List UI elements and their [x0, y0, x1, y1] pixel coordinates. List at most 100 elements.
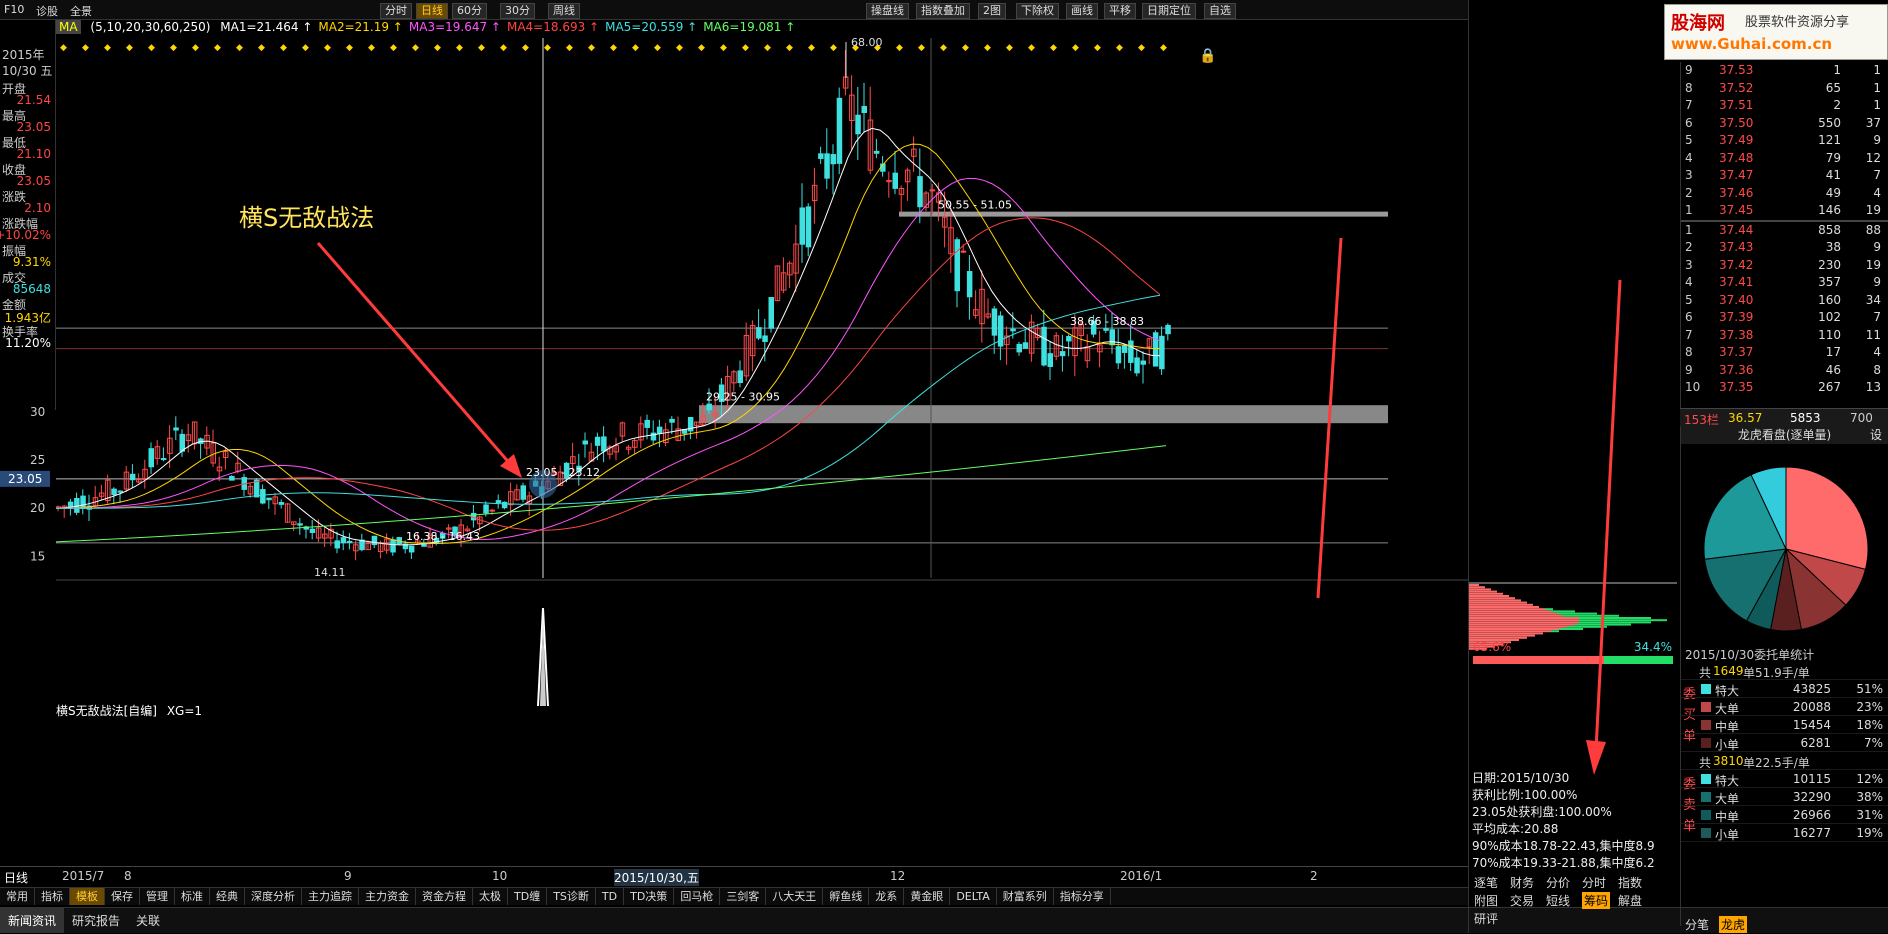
- chip-tab-4[interactable]: 指数: [1618, 874, 1642, 891]
- ask-row-0: 9 37.53 1 1: [1685, 63, 1881, 77]
- chip-tab-7[interactable]: 短线: [1546, 892, 1570, 909]
- chip-tab-5[interactable]: 附图: [1474, 892, 1498, 909]
- indicator-tab-8[interactable]: 主力追踪: [302, 888, 359, 905]
- indicator-tab-2[interactable]: 模板: [70, 888, 105, 905]
- indicator-tab-6[interactable]: 经典: [210, 888, 245, 905]
- indicator-tab-5[interactable]: 标准: [175, 888, 210, 905]
- lhb-tab-0[interactable]: 分笔: [1685, 916, 1709, 933]
- period-tab-4[interactable]: 周线: [548, 3, 580, 19]
- x-tick-3: 10: [492, 869, 508, 883]
- year-label: 2015年: [2, 48, 45, 62]
- chip-info-line-4: 70%成本19.33-21.88,集中度6.2: [1472, 856, 1655, 870]
- ask-row-3: 6 37.50 550 37: [1685, 115, 1881, 130]
- top-toolbar: F10 诊股 全景 分时 日线 60分 30分 周线 操盘线 指数叠加 2图 下除权 画线 平移日…: [0, 0, 1468, 20]
- svg-text:◆: ◆: [192, 43, 199, 53]
- svg-text:◆: ◆: [82, 43, 89, 53]
- chip-info-line-1: 23.05处获利盘:100.00%: [1472, 805, 1612, 819]
- ask-row-6: 3 37.47 41 7: [1685, 168, 1881, 182]
- ask-row-2: 7 37.51 2 1: [1685, 98, 1881, 112]
- ask-row-7: 2 37.46 49 4: [1685, 185, 1881, 200]
- tool-button-6[interactable]: 日期定位: [1142, 3, 1196, 19]
- tool-button-2[interactable]: 2图: [978, 3, 1006, 19]
- panorama-button[interactable]: 全景: [70, 3, 92, 19]
- chip-tab-9[interactable]: 解盘: [1618, 892, 1642, 909]
- info-value-9: 11.20%: [5, 336, 51, 350]
- period-tab-0[interactable]: 分时: [380, 3, 412, 19]
- sell-row-3: 小单 16277 19%: [1681, 824, 1888, 842]
- tool-button-7[interactable]: 自选: [1204, 3, 1236, 19]
- indicator-tab-10[interactable]: 资金方程: [416, 888, 473, 905]
- bid-row-5: 6 37.39 102 7: [1685, 310, 1881, 324]
- ma-tag[interactable]: MA: [56, 20, 81, 34]
- period-tab-2[interactable]: 60分: [452, 3, 487, 19]
- buy-row-2: 中单 15454 18%: [1681, 716, 1888, 734]
- svg-text:◆: ◆: [522, 43, 529, 53]
- indicator-tab-14[interactable]: TD: [596, 888, 625, 905]
- indicator-title[interactable]: 横S无敌战法[自编]: [56, 704, 157, 718]
- indicator-tab-17[interactable]: 三剑客: [720, 888, 767, 905]
- svg-text:◆: ◆: [632, 43, 639, 53]
- bid-row-0: 1 37.44 858 88: [1685, 222, 1881, 237]
- indicator-tab-16[interactable]: 回马枪: [674, 888, 721, 905]
- indicator-tab-12[interactable]: TD缠: [508, 888, 548, 905]
- indicator-tab-11[interactable]: 太极: [473, 888, 508, 905]
- svg-text:◆: ◆: [742, 43, 749, 53]
- indicator-tab-7[interactable]: 深度分析: [245, 888, 302, 905]
- y-tick-2: 25: [30, 453, 45, 467]
- svg-text:◆: ◆: [654, 43, 661, 53]
- info-value-7: 85648: [12, 282, 51, 296]
- indicator-tab-24[interactable]: 指标分享: [1054, 888, 1111, 905]
- indicator-tab-13[interactable]: TS诊断: [547, 888, 596, 905]
- tool-button-3[interactable]: 下除权: [1016, 3, 1059, 19]
- buy-row-0: 特大 43825 51%: [1681, 680, 1888, 698]
- sell-row-1: 大单 32290 38%: [1681, 788, 1888, 806]
- chip-tabs: 逐笔 财务 分价 分时 指数附图 交易 短线 筹码 解盘研评: [1468, 872, 1676, 926]
- tool-button-0[interactable]: 操盘线: [866, 3, 909, 19]
- chip-tab-3[interactable]: 分时: [1582, 874, 1606, 891]
- svg-text:◆: ◆: [126, 43, 133, 53]
- tool-button-1[interactable]: 指数叠加: [916, 3, 970, 19]
- footer-tab-2[interactable]: 关联: [128, 908, 168, 933]
- chip-tab-1[interactable]: 财务: [1510, 874, 1534, 891]
- tool-button-4[interactable]: 画线: [1066, 3, 1098, 19]
- indicator-tab-21[interactable]: 黄金眼: [904, 888, 951, 905]
- indicator-tab-22[interactable]: DELTA: [950, 888, 997, 905]
- lhb-tab-1[interactable]: 龙虎: [1719, 916, 1748, 933]
- footer-tab-0[interactable]: 新闻资讯: [0, 908, 65, 933]
- indicator-tab-0[interactable]: 常用: [0, 888, 35, 905]
- chip-tab-2[interactable]: 分价: [1546, 874, 1570, 891]
- period-tab-3[interactable]: 30分: [500, 3, 535, 19]
- period-tab-1[interactable]: 日线: [416, 3, 448, 19]
- svg-text:◆: ◆: [764, 43, 771, 53]
- buy-row-3: 小单 6281 7%: [1681, 734, 1888, 752]
- arrow-icon: [1586, 279, 1622, 775]
- x-tick-7: 2: [1310, 869, 1318, 883]
- indicator-tab-20[interactable]: 龙系: [869, 888, 905, 905]
- diagnose-button[interactable]: 诊股: [36, 3, 58, 19]
- indicator-param: XG=1: [166, 704, 203, 718]
- indicator-tab-9[interactable]: 主力资金: [359, 888, 416, 905]
- indicator-tab-4[interactable]: 管理: [140, 888, 175, 905]
- tool-button-5[interactable]: 平移: [1104, 3, 1136, 19]
- indicator-tab-3[interactable]: 保存: [105, 888, 140, 905]
- f10-button[interactable]: F10: [4, 3, 24, 16]
- indicator-tab-18[interactable]: 八大天王: [766, 888, 824, 905]
- footer-tab-1[interactable]: 研究报告: [64, 908, 128, 933]
- lhb-settings-button[interactable]: 设: [1870, 426, 1882, 444]
- indicator-tab-19[interactable]: 孵鱼线: [823, 888, 870, 905]
- chip-tab-0[interactable]: 逐笔: [1474, 874, 1498, 891]
- indicator-tab-1[interactable]: 指标: [35, 888, 70, 905]
- chip-tab-6[interactable]: 交易: [1510, 892, 1534, 909]
- chip-tab-8[interactable]: 筹码: [1582, 892, 1611, 909]
- indicator-tab-15[interactable]: TD决策: [624, 888, 675, 905]
- bid-row-6: 7 37.38 110 11: [1685, 327, 1881, 342]
- candlestick-chart[interactable]: ◆ ◆ ◆ ◆ ◆ ◆ ◆ ◆ ◆ ◆ ◆ ◆ ◆ ◆ ◆ ◆ ◆ ◆ ◆ ◆ ◆ ◆ ◆ ◆ ◆ ◆ ◆ ◆ ◆ ◆ ◆ ◆ ◆ ◆ ◆ ◆ ◆ ◆ ◆ ◆…: [56, 38, 1468, 706]
- svg-text:◆: ◆: [214, 43, 221, 53]
- order-pie-chart: [1703, 466, 1869, 632]
- info-value-5: +10.02%: [0, 228, 51, 242]
- chip-tab-10[interactable]: 研评: [1474, 910, 1498, 927]
- bid-row-1: 2 37.43 38 9: [1685, 240, 1881, 254]
- svg-text:◆: ◆: [1160, 43, 1167, 53]
- svg-text:◆: ◆: [324, 43, 331, 53]
- indicator-tab-23[interactable]: 财富系列: [997, 888, 1054, 905]
